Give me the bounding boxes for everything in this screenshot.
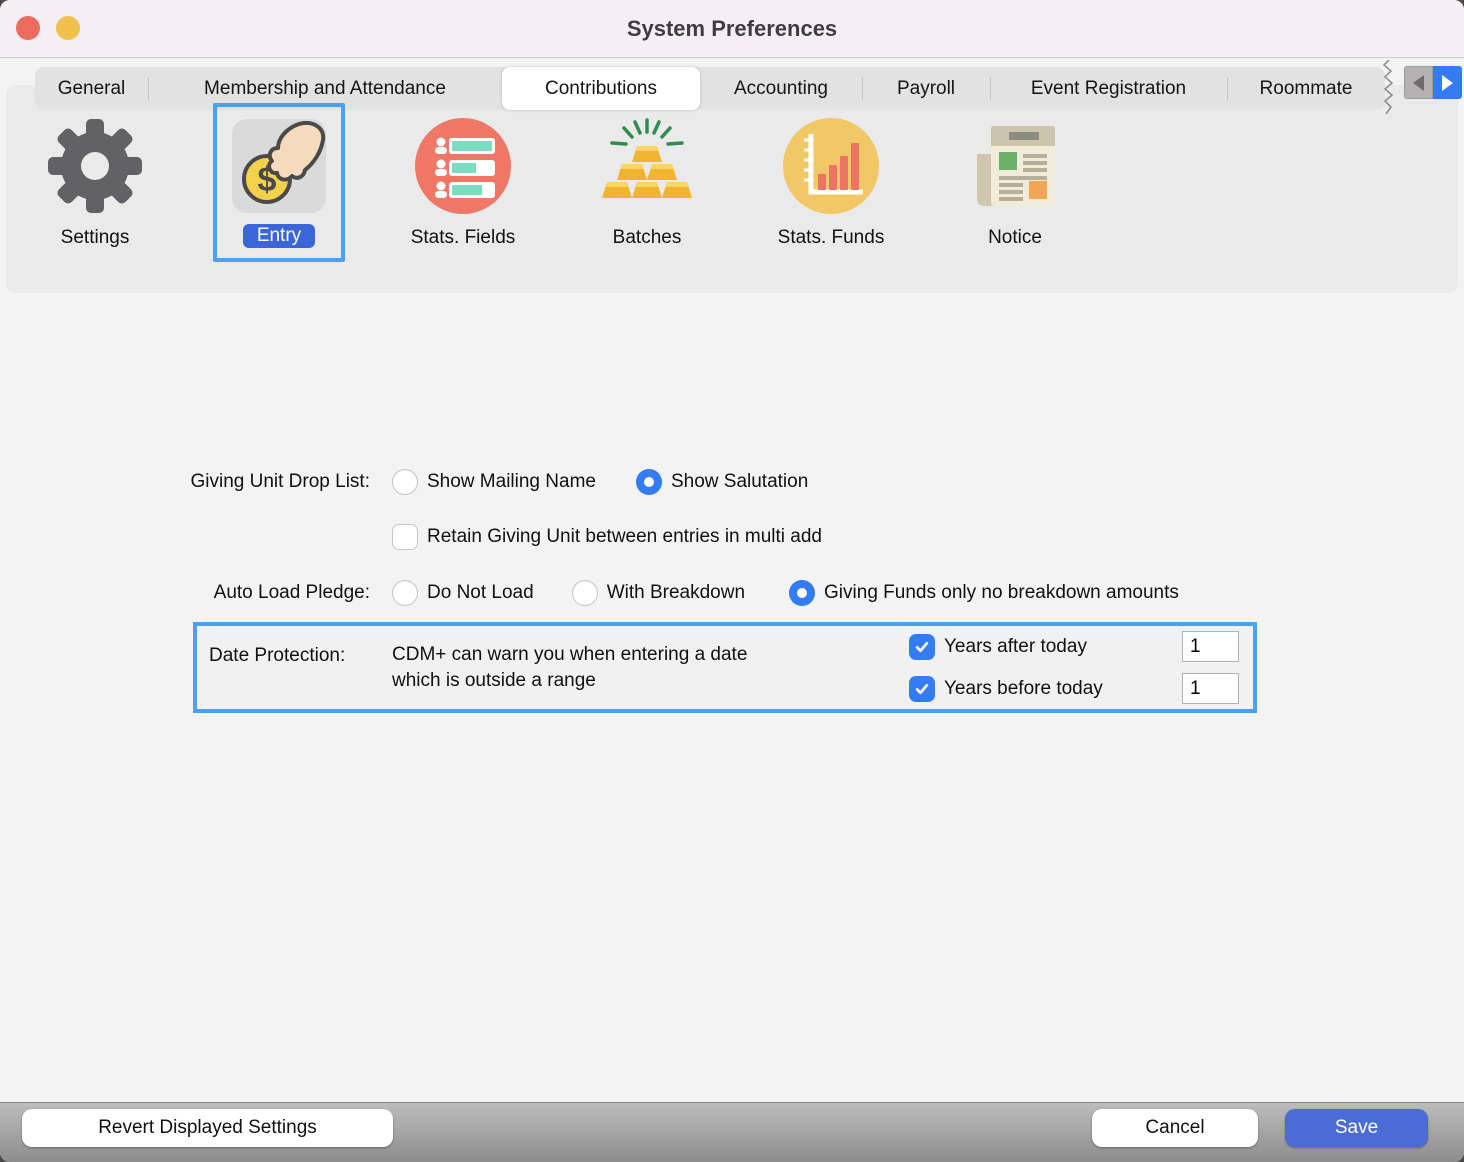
years-after-today-checkbox[interactable]	[909, 634, 935, 660]
date-protection-description: CDM+ can warn you when entering a date w…	[392, 642, 747, 694]
system-preferences-window: System Preferences General Membership an…	[0, 0, 1464, 1162]
check-icon	[913, 680, 931, 698]
years-after-today-input[interactable]	[1182, 631, 1239, 662]
toolbar-item-label: Settings	[61, 227, 130, 249]
newspaper-icon	[967, 118, 1063, 214]
radio-label: Show Mailing Name	[427, 471, 596, 493]
option-retain-giving-unit[interactable]: Retain Giving Unit between entries in mu…	[392, 524, 822, 550]
contributions-toolbar: Settings $ Entry	[3, 85, 1107, 249]
option-do-not-load[interactable]: Do Not Load	[392, 580, 534, 606]
option-giving-funds-only[interactable]: Giving Funds only no breakdown amounts	[789, 580, 1179, 606]
toolbar-item-batches[interactable]: Batches	[555, 85, 739, 249]
auto-load-pledge-label: Auto Load Pledge:	[0, 582, 370, 604]
radio-label: Show Salutation	[671, 471, 808, 493]
revert-displayed-settings-button[interactable]: Revert Displayed Settings	[22, 1109, 393, 1147]
toolbar-item-label: Batches	[613, 227, 682, 249]
toolbar-item-label: Stats. Funds	[778, 227, 885, 249]
radio-show-salutation[interactable]	[636, 469, 662, 495]
checkbox-label: Years before today	[944, 678, 1103, 700]
retain-giving-unit-checkbox[interactable]	[392, 524, 418, 550]
people-list-icon	[415, 118, 511, 214]
footer-bar: Revert Displayed Settings Cancel Save	[0, 1102, 1464, 1162]
years-before-today-input[interactable]	[1182, 673, 1239, 704]
gear-icon	[47, 118, 143, 214]
retain-giving-unit-row: Retain Giving Unit between entries in mu…	[392, 524, 822, 550]
option-show-salutation[interactable]: Show Salutation	[636, 469, 808, 495]
toolbar-item-notice[interactable]: Notice	[923, 85, 1107, 249]
giving-unit-label: Giving Unit Drop List:	[0, 471, 370, 493]
radio-with-breakdown[interactable]	[572, 580, 598, 606]
radio-giving-funds-only[interactable]	[789, 580, 815, 606]
right-arrow-icon	[1442, 75, 1453, 91]
checkbox-label: Retain Giving Unit between entries in mu…	[427, 526, 822, 548]
save-button[interactable]: Save	[1285, 1109, 1428, 1147]
tab-scroll-arrows	[1404, 66, 1462, 99]
radio-do-not-load[interactable]	[392, 580, 418, 606]
gold-bars-icon	[599, 118, 695, 214]
date-protection-label: Date Protection:	[209, 645, 345, 667]
radio-label: Giving Funds only no breakdown amounts	[824, 582, 1179, 604]
toolbar-item-entry[interactable]: $ Entry	[187, 85, 371, 249]
description-line-2: which is outside a range	[392, 668, 747, 694]
title-bar: System Preferences	[0, 0, 1464, 58]
option-years-before-today[interactable]: Years before today	[909, 676, 1103, 702]
left-arrow-icon	[1413, 75, 1424, 91]
option-years-after-today[interactable]: Years after today	[909, 634, 1087, 660]
tab-overflow-tear-icon	[1381, 60, 1397, 114]
toolbar-item-settings[interactable]: Settings	[3, 85, 187, 249]
toolbar-item-stats-fields[interactable]: Stats. Fields	[371, 85, 555, 249]
radio-label: Do Not Load	[427, 582, 534, 604]
tab-scroll-left-button[interactable]	[1404, 66, 1433, 99]
years-before-today-checkbox[interactable]	[909, 676, 935, 702]
cancel-button[interactable]: Cancel	[1092, 1109, 1258, 1147]
toolbar-item-stats-funds[interactable]: Stats. Funds	[739, 85, 923, 249]
tab-scroll-right-button[interactable]	[1433, 66, 1462, 99]
radio-label: With Breakdown	[607, 582, 745, 604]
window-title: System Preferences	[0, 0, 1464, 57]
radio-show-mailing-name[interactable]	[392, 469, 418, 495]
checkbox-label: Years after today	[944, 636, 1087, 658]
tab-roommate[interactable]: Roommate	[1227, 67, 1385, 110]
toolbar-item-label: Stats. Fields	[411, 227, 516, 249]
check-icon	[913, 638, 931, 656]
selected-item-frame	[213, 103, 345, 262]
auto-load-pledge-row: Auto Load Pledge: Do Not Load With Break…	[0, 580, 1179, 606]
description-line-1: CDM+ can warn you when entering a date	[392, 642, 747, 668]
option-show-mailing-name[interactable]: Show Mailing Name	[392, 469, 596, 495]
bar-chart-icon	[783, 118, 879, 214]
toolbar-item-label: Notice	[988, 227, 1042, 249]
date-protection-section: Date Protection: CDM+ can warn you when …	[193, 622, 1257, 713]
option-with-breakdown[interactable]: With Breakdown	[572, 580, 745, 606]
giving-unit-row: Giving Unit Drop List: Show Mailing Name…	[0, 469, 808, 495]
